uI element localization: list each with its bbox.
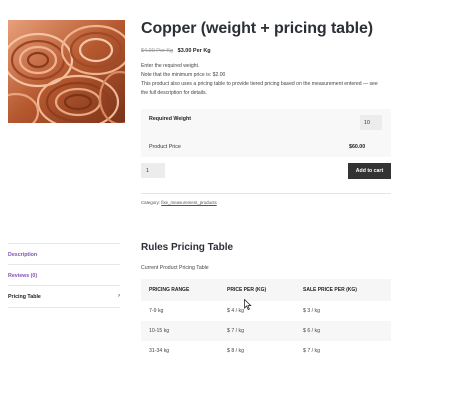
description-line: This product also uses a pricing table t… xyxy=(141,81,378,87)
table-header-row: PRICING RANGE PRICE PER (KG) SALE PRICE … xyxy=(141,279,391,301)
copper-coils-image xyxy=(8,20,125,123)
tab-description[interactable]: Description xyxy=(8,243,120,265)
product-price: $4.00 Per Kg $3.00 Per Kg xyxy=(141,48,211,54)
regular-price: $4.00 Per Kg xyxy=(141,48,174,54)
divider xyxy=(141,193,391,194)
required-weight-label: Required Weight xyxy=(149,116,191,122)
category-prefix: Category: xyxy=(141,200,161,205)
table-cell: 7-9 kg xyxy=(149,308,164,314)
description-line: Note that the minimum price is: $2.00 xyxy=(141,72,226,78)
quantity-input[interactable] xyxy=(141,163,165,178)
table-cell: $ 7 / kg xyxy=(219,321,295,341)
column-header: SALE PRICE PER (KG) xyxy=(295,279,391,301)
description-line: Enter the required weight. xyxy=(141,63,200,69)
tab-label: Description xyxy=(8,252,38,258)
table-cell: $ 6 / kg xyxy=(295,321,391,341)
tab-label: Reviews (0) xyxy=(8,273,38,279)
table-cell: $ 4 / kg xyxy=(227,308,245,314)
pricing-table: PRICING RANGE PRICE PER (KG) SALE PRICE … xyxy=(141,279,391,361)
product-category: Category: fixe_measurement_products xyxy=(141,200,217,205)
description-line: the full description for details. xyxy=(141,90,207,96)
table-row: 10-15 kg $ 7 / kg $ 6 / kg xyxy=(141,321,391,341)
add-to-cart-button[interactable]: Add to cart xyxy=(348,163,391,179)
table-cell: $ 8 / kg xyxy=(227,348,245,354)
product-title: Copper (weight + pricing table) xyxy=(141,20,374,37)
required-weight-input[interactable] xyxy=(360,115,382,130)
current-table-label: Current Product Pricing Table xyxy=(141,265,209,271)
mouse-cursor-icon xyxy=(244,299,252,310)
product-price-value: $60.00 xyxy=(349,144,366,150)
column-header: PRICE PER (KG) xyxy=(219,279,295,301)
chevron-right-icon: › xyxy=(118,293,120,299)
table-cell: $ 7 / kg xyxy=(303,348,321,354)
table-cell: $ 3 / kg xyxy=(303,308,321,314)
tab-pricing-table[interactable]: Pricing Table › xyxy=(8,285,120,308)
category-link[interactable]: fixe_measurement_products xyxy=(161,200,216,205)
table-cell: 10-15 kg xyxy=(141,321,219,341)
product-price-label: Product Price xyxy=(149,144,181,150)
product-image[interactable] xyxy=(8,20,125,123)
table-row: 31-34 kg $ 8 / kg $ 7 / kg xyxy=(141,341,391,361)
table-row: 7-9 kg $ 4 / kg $ 3 / kg xyxy=(141,301,391,321)
table-cell: 31-34 kg xyxy=(149,348,170,354)
sale-price: $3.00 Per Kg xyxy=(177,48,211,54)
short-description: Enter the required weight. Note that the… xyxy=(141,62,391,98)
tab-label: Pricing Table xyxy=(8,294,41,300)
tab-reviews[interactable]: Reviews (0) xyxy=(8,264,120,286)
column-header: PRICING RANGE xyxy=(141,279,219,301)
section-title: Rules Pricing Table xyxy=(141,242,234,253)
